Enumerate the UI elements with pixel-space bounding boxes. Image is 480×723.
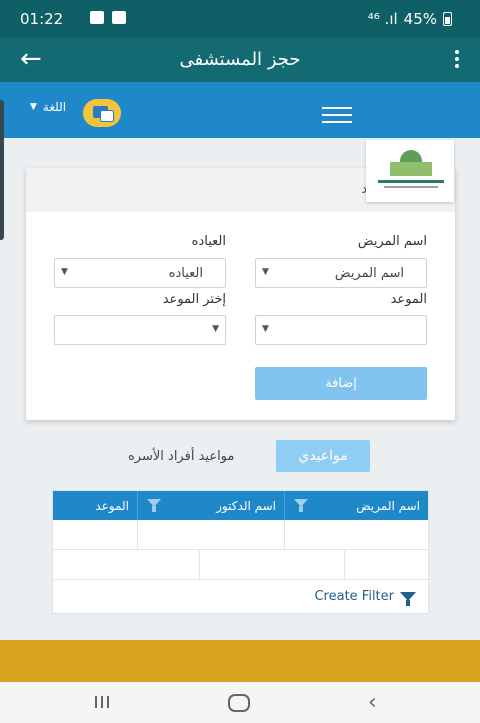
patient-name-select[interactable]: اسم المريض ▼ [255,258,427,288]
status-time: 01:22 [20,10,64,28]
page-title: حجز المستشفى [179,49,301,70]
dropdown-arrow-icon: ▼ [61,267,68,277]
app-bar: ← حجز المستشفى [0,38,480,82]
recent-apps-icon[interactable] [95,696,109,708]
message-icon [112,11,126,24]
appointment-label: الموعد [390,292,427,307]
add-button[interactable]: إضافة [255,367,427,400]
translate-icon[interactable] [83,99,121,127]
appointments-grid: اسم المريض اسم الدكتور الموعد Create Fil… [52,490,429,614]
appointment-select[interactable]: ▼ [255,315,427,345]
grid-header: اسم المريض اسم الدكتور الموعد [53,491,428,520]
clinic-select[interactable]: العياده ▼ [54,258,226,288]
system-nav-bar: ‹ [0,682,480,723]
nav-back-icon[interactable]: ‹ [368,690,377,715]
dropdown-arrow-icon: ▼ [262,324,269,334]
filter-row [53,549,428,580]
more-options-icon[interactable] [455,50,460,71]
battery-icon [443,12,452,26]
choose-appointment-label: إختر الموعد [162,292,226,307]
status-bar: 01:22 ⁴⁶ .ıl 45% [0,0,480,38]
patient-name-label: اسم المريض [357,234,427,249]
choose-appointment-select[interactable]: ▼ [54,315,226,345]
battery-level: 45% [403,10,437,28]
clinic-label: العياده [191,234,226,249]
dropdown-arrow-icon: ▼ [212,324,219,334]
mail-icon [90,11,104,24]
dropdown-arrow-icon: ▼ [262,267,269,277]
table-row [53,520,428,550]
filter-icon[interactable] [294,499,308,512]
chevron-down-icon: ▼ [30,102,37,112]
create-filter-button[interactable]: Create Filter [314,589,416,606]
tab-my-appointments[interactable]: مواعيدي [276,440,370,472]
drawer-edge-handle[interactable] [0,100,4,240]
column-patient-name[interactable]: اسم المريض [284,491,428,520]
language-selector[interactable]: ▼ اللغة [30,100,66,114]
tab-family-appointments[interactable]: مواعيد أفراد الأسره [128,449,234,464]
column-appointment[interactable]: الموعد [53,491,137,520]
filter-icon[interactable] [147,499,161,512]
home-icon[interactable] [228,694,250,712]
menu-icon[interactable] [322,107,352,128]
signal-icon: ⁴⁶ .ıl [367,10,398,28]
filter-icon [400,592,416,606]
footer-banner [0,640,480,682]
column-doctor-name[interactable]: اسم الدكتور [137,491,284,520]
toolbar: ▼ اللغة [0,82,480,138]
language-label: اللغة [42,100,67,114]
hospital-logo [366,140,454,202]
